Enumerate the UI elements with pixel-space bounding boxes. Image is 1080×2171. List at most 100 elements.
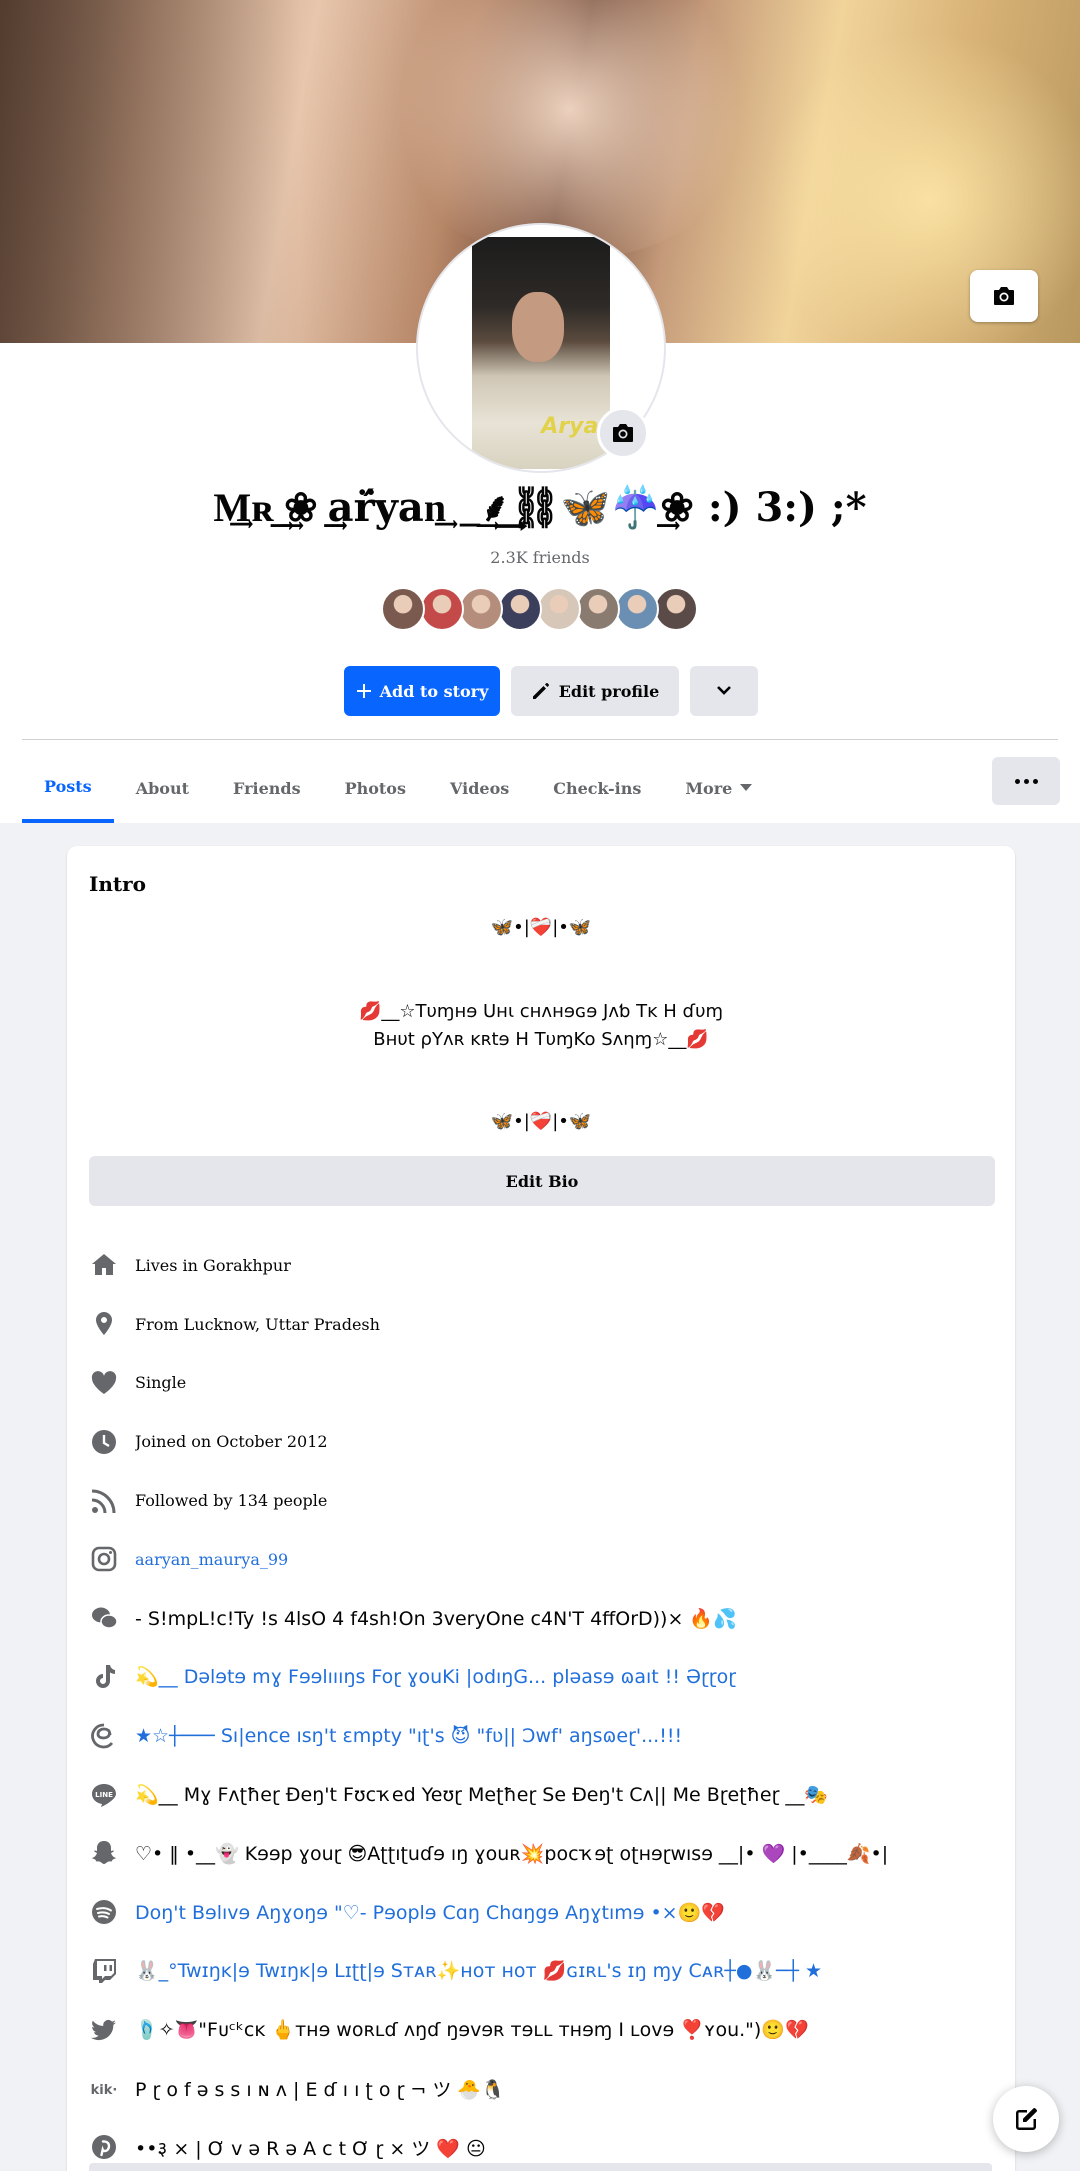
intro-detail-text[interactable]: P ɽ o f ə s s ı ɴ ʌ | E ɗ ı ı ʈ o ɽ ¬ ツ … <box>135 2075 505 2102</box>
edit-bio-button[interactable]: Edit Bio <box>89 1156 995 1206</box>
intro-detail-text: Joined on October 2012 <box>135 1432 328 1452</box>
tab-label: Photos <box>344 778 406 798</box>
intro-detail-row[interactable]: ★☆┼─── Sı|ence ısŋ't ɛmpty "ıʈ's 😈 "fʋ||… <box>89 1706 999 1765</box>
edit-details-button-edge[interactable] <box>89 2163 992 2171</box>
tab-about[interactable]: About <box>114 753 211 823</box>
intro-detail-text: Followed by 134 people <box>135 1491 328 1511</box>
caret-down-icon <box>740 784 753 791</box>
cover-shade <box>0 0 300 343</box>
intro-detail-text[interactable]: 🩴✧👅"Fᴜᶜᵏᴄᴋ 🖕ᴛнɘ ᴡoʀʟɗ ᴧŋɗ ŋɘᴠɘʀ тɘʟʟ тнɘ… <box>135 2018 809 2041</box>
friend-avatar[interactable] <box>576 587 620 631</box>
intro-detail-row[interactable]: ♡• ‖ •__👻 Kɘɘp ɣouɽ 😎Aʈʈıʈuɗɘ ıŋ ɣouʀ💥po… <box>89 1824 999 1883</box>
twitter-icon <box>89 2015 119 2045</box>
rss-icon <box>89 1486 119 1516</box>
chevron-down-icon <box>717 686 731 695</box>
intro-detail-row: Lives in Gorakhpur <box>89 1236 999 1295</box>
bio-line: 💋__☆Tυɱнɘ Uнι ᴄнᴧнɘɢɘ Jᴧƅ Tᴋ H ɗυɱ <box>358 1001 724 1022</box>
intro-detail-row: Joined on October 2012 <box>89 1412 999 1471</box>
home-icon <box>89 1250 119 1280</box>
intro-card: Intro 🦋•|❤️‍🩹|•🦋 💋__☆Tυɱнɘ Uнι ᴄнᴧнɘɢɘ J… <box>67 846 1015 2171</box>
bio-line: 🦋•|❤️‍🩹|•🦋 <box>490 917 592 938</box>
clock-icon <box>89 1427 119 1457</box>
bio-line: 🦋•|❤️‍🩹|•🦋 <box>490 1111 592 1132</box>
wechat-icon <box>89 1603 119 1633</box>
heart-icon <box>89 1368 119 1398</box>
intro-detail-text[interactable]: 💫__ Dəlɘtɘ mɣ Fɘɘlıııŋs Foɽ ɣouKi |odıŋG… <box>135 1665 736 1688</box>
friend-avatar[interactable] <box>381 587 425 631</box>
svg-text:kik·: kik· <box>91 2083 118 2098</box>
add-to-story-button[interactable]: Add to story <box>344 666 500 716</box>
camera-icon <box>613 424 633 442</box>
intro-detail-row[interactable]: LINE 💫__ Mɣ Fʌʈħeɽ Ɖeŋ't Fʊcҡed Yeʊɽ Meʈħ… <box>89 1765 999 1824</box>
instagram-icon <box>89 1544 119 1574</box>
tab-label: Videos <box>449 778 510 798</box>
tab-label: Friends <box>232 778 301 798</box>
intro-detail-row[interactable]: Doŋ't Bɘlıvɘ Aŋɣoŋɘ "♡- Pɘoplɘ Cɑŋ Chɑŋg… <box>89 1883 999 1942</box>
intro-detail-text[interactable]: aaryan_maurya_99 <box>135 1550 288 1569</box>
avatar-face <box>512 292 564 362</box>
friends-avatar-row[interactable] <box>381 587 698 631</box>
kik-icon: kik· <box>89 2074 119 2104</box>
edit-profile-label: Edit profile <box>558 681 660 701</box>
tab-check-ins[interactable]: Check-ins <box>531 753 663 823</box>
intro-details-list: Lives in Gorakhpur From Lucknow, Uttar Pr… <box>89 1236 999 2171</box>
intro-detail-row[interactable]: - S!mpL!c!Ty !s 4lsO 4 f4sh!On 3veryOne … <box>89 1589 999 1648</box>
tab-label: More <box>685 778 733 798</box>
tab-label: Posts <box>44 776 92 796</box>
snapchat-icon <box>89 1838 119 1868</box>
intro-detail-text[interactable]: ♡• ‖ •__👻 Kɘɘp ɣouɽ 😎Aʈʈıʈuɗɘ ıŋ ɣouʀ💥po… <box>135 1842 888 1865</box>
intro-title: Intro <box>89 872 147 896</box>
tiktok-icon <box>89 1662 119 1692</box>
avatar: Aryan <box>472 237 614 469</box>
bio-line: Bнυt ρYᴧʀ ᴋʀtɘ H TυɱKo Sᴧηɱ☆__💋 <box>373 1029 709 1050</box>
profile-more-dropdown-button[interactable] <box>690 666 758 716</box>
tab-label: Check-ins <box>553 778 642 798</box>
edit-profile-button[interactable]: Edit profile <box>511 666 679 716</box>
tab-friends[interactable]: Friends <box>211 753 323 823</box>
dot <box>1014 778 1020 784</box>
dot <box>1032 778 1038 784</box>
tab-posts[interactable]: Posts <box>22 753 114 823</box>
tab-photos[interactable]: Photos <box>323 753 428 823</box>
pencil-icon <box>532 683 549 699</box>
friend-avatar[interactable] <box>615 587 659 631</box>
tab-videos[interactable]: Videos <box>428 753 531 823</box>
intro-detail-text[interactable]: Doŋ't Bɘlıvɘ Aŋɣoŋɘ "♡- Pɘoplɘ Cɑŋ Chɑŋg… <box>135 1901 725 1924</box>
intro-detail-text[interactable]: ★☆┼─── Sı|ence ısŋ't ɛmpty "ıʈ's 😈 "fʋ||… <box>135 1725 682 1747</box>
location-pin-icon <box>89 1309 119 1339</box>
friend-avatar[interactable] <box>459 587 503 631</box>
profile-tabs: Posts About Friends Photos Videos Check-… <box>22 753 774 823</box>
intro-detail-row[interactable]: kik· P ɽ o f ə s s ı ɴ ʌ | E ɗ ı ı ʈ o ɽ … <box>89 2059 999 2118</box>
friend-avatar[interactable] <box>420 587 464 631</box>
intro-detail-text[interactable]: 💫__ Mɣ Fʌʈħeɽ Ɖeŋ't Fʊcҡed Yeʊɽ Meʈħeɽ S… <box>135 1783 828 1806</box>
edit-avatar-camera-button[interactable] <box>597 407 649 459</box>
compose-icon <box>1016 2108 1037 2130</box>
tab-more[interactable]: More <box>663 753 774 823</box>
intro-detail-text: Lives in Gorakhpur <box>135 1255 291 1275</box>
intro-detail-row[interactable]: 🐰_°Twɪŋĸ|ɘ Twɪŋĸ|ɘ Lɪʈʈ|ɘ Sтᴀʀ✨нoт нoт 💋… <box>89 1942 999 2001</box>
intro-detail-row[interactable]: 🩴✧👅"Fᴜᶜᵏᴄᴋ 🖕ᴛнɘ ᴡoʀʟɗ ᴧŋɗ ŋɘᴠɘʀ тɘʟʟ тнɘ… <box>89 2000 999 2059</box>
friend-avatar[interactable] <box>537 587 581 631</box>
intro-detail-text: From Lucknow, Uttar Pradesh <box>135 1314 380 1334</box>
friend-avatar[interactable] <box>654 587 698 631</box>
tab-label: About <box>135 778 189 798</box>
tabs-overflow-button[interactable] <box>992 757 1060 805</box>
intro-detail-row[interactable]: aaryan_maurya_99 <box>89 1530 999 1589</box>
compose-post-button[interactable] <box>993 2086 1059 2152</box>
intro-detail-row[interactable]: 💫__ Dəlɘtɘ mɣ Fɘɘlıııŋs Foɽ ɣouKi |odıŋG… <box>89 1648 999 1707</box>
dot <box>1023 778 1029 784</box>
cover-glow <box>380 0 760 260</box>
svg-text:LINE: LINE <box>95 1791 113 1799</box>
spotify-icon <box>89 1897 119 1927</box>
intro-detail-row: Single <box>89 1354 999 1413</box>
divider <box>22 739 1058 740</box>
intro-detail-text[interactable]: 🐰_°Twɪŋĸ|ɘ Twɪŋĸ|ɘ Lɪʈʈ|ɘ Sтᴀʀ✨нoт нoт 💋… <box>135 1959 822 1982</box>
edit-cover-camera-button[interactable] <box>970 270 1038 322</box>
friend-avatar[interactable] <box>498 587 542 631</box>
intro-detail-text: Single <box>135 1373 187 1393</box>
friends-count[interactable]: 2.3K friends <box>0 548 1080 567</box>
camera-icon <box>994 287 1014 305</box>
intro-detail-text[interactable]: - S!mpL!c!Ty !s 4lsO 4 f4sh!On 3veryOne … <box>135 1607 737 1630</box>
intro-detail-text[interactable]: ••३ × | Ơ v ə R ə A c t Ơ ɽ × ツ ❤️ 😐 <box>135 2134 486 2161</box>
intro-detail-row: From Lucknow, Uttar Pradesh <box>89 1295 999 1354</box>
